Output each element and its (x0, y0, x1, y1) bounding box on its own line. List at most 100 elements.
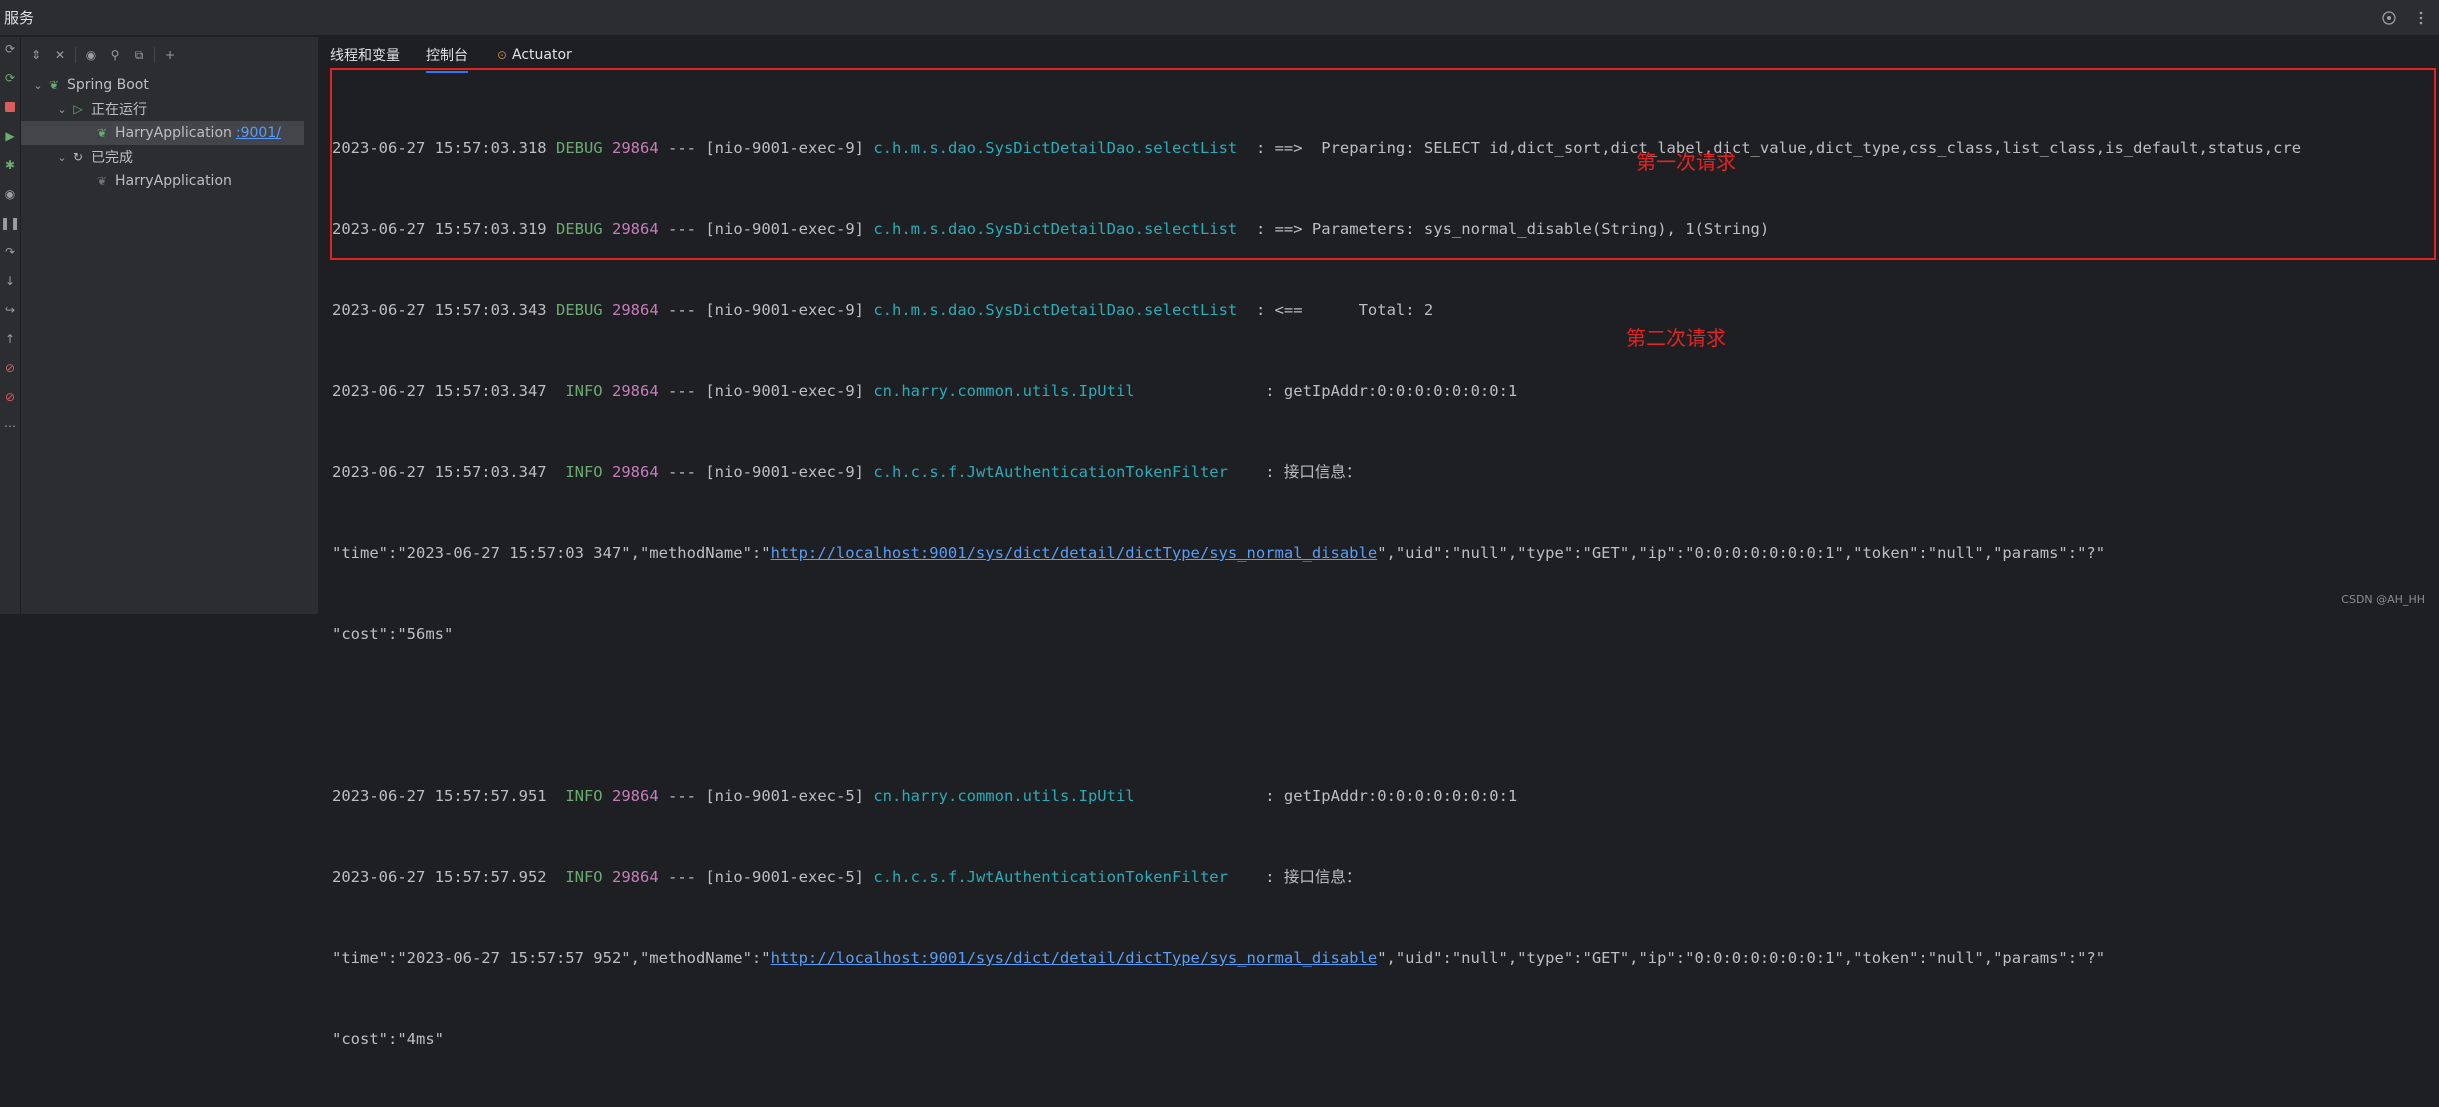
log-line: 2023-06-27 15:57:03.347 INFO 29864 --- [… (332, 459, 2301, 486)
action-strip: ⟳ ⟳ ▶ ✱ ◉ ❚❚ ↷ ↓ ↪ ↑ ⊘ ⊘ ⋯ (0, 37, 21, 614)
tab-console[interactable]: 控制台 (426, 37, 468, 73)
log-pid: 29864 (612, 382, 659, 400)
log-line: 2023-06-27 15:57:03.347 INFO 29864 --- [… (332, 378, 2301, 405)
tab-label: 控制台 (426, 48, 468, 64)
log-line: "time":"2023-06-27 15:57:03 347","method… (332, 540, 2301, 567)
log-pid: 29864 (612, 787, 659, 805)
port-link[interactable]: :9001/ (236, 125, 281, 141)
tab-bar: 线程和变量 控制台 ⊙ Actuator (320, 37, 2439, 73)
tree-node-spring-boot[interactable]: ⌄ ❦ Spring Boot (21, 73, 318, 97)
chevron-down-icon[interactable]: ⌄ (55, 151, 69, 164)
tree-node-finished[interactable]: ⌄ ↻ 已完成 (21, 145, 318, 169)
rerun-all-icon[interactable]: ⟳ (2, 70, 18, 86)
step-into-icon[interactable]: ↓ (2, 273, 18, 289)
log-level: INFO (555, 463, 603, 481)
mute-breakpoints-icon[interactable]: ⊘ (2, 389, 18, 405)
add-icon[interactable]: + (161, 46, 179, 64)
step-up-icon[interactable]: ↑ (2, 331, 18, 347)
log-timestamp: 2023-06-27 15:57:57.951 (332, 787, 547, 805)
spring-app-icon: ❦ (96, 174, 108, 188)
log-line: 2023-06-27 15:57:57.952 INFO 29864 --- [… (332, 864, 2301, 891)
log-line: 2023-06-27 15:57:57.951 INFO 29864 --- [… (332, 783, 2301, 810)
log-level: INFO (555, 868, 603, 886)
log-pid: 29864 (612, 868, 659, 886)
breakpoints-icon[interactable]: ⊘ (2, 360, 18, 376)
tree-node-finished-app[interactable]: ❦ HarryApplication (21, 169, 318, 193)
log-json-prefix: "time":"2023-06-27 15:57:03 347","method… (332, 544, 771, 562)
tab-actuator[interactable]: ⊙ Actuator (494, 37, 572, 73)
log-message: : ==> Preparing: SELECT id,dict_sort,dic… (1246, 139, 2302, 157)
log-thread: --- [nio-9001-exec-5] (668, 868, 864, 886)
tab-threads-variables[interactable]: 线程和变量 (330, 37, 400, 73)
divider (154, 47, 155, 63)
actuator-icon: ⊙ (496, 48, 508, 62)
log-message: : ==> Parameters: sys_normal_disable(Str… (1246, 220, 1770, 238)
log-json-prefix: "time":"2023-06-27 15:57:57 952","method… (332, 949, 771, 967)
run-icon[interactable]: ▶ (2, 128, 18, 144)
log-message: : 接口信息： (1255, 868, 1362, 886)
request-url-link[interactable]: http://localhost:9001/sys/dict/detail/di… (771, 544, 1378, 562)
rerun-icon[interactable]: ⟳ (2, 41, 18, 57)
console-output[interactable]: 2023-06-27 15:57:03.318 DEBUG 29864 --- … (332, 81, 2301, 1107)
log-timestamp: 2023-06-27 15:57:03.347 (332, 382, 547, 400)
more-actions-icon[interactable]: ⋯ (2, 418, 18, 434)
log-timestamp: 2023-06-27 15:57:57.952 (332, 868, 547, 886)
log-timestamp: 2023-06-27 15:57:03.319 (332, 220, 547, 238)
tree-toolbar: ⇕ ✕ ◉ ⚲ ⧉ + (21, 37, 318, 73)
log-message: : 接口信息： (1255, 463, 1362, 481)
log-level: DEBUG (555, 220, 603, 238)
stop-icon[interactable] (2, 99, 18, 115)
log-pid: 29864 (612, 301, 659, 319)
show-icon[interactable]: ◉ (2, 186, 18, 202)
more-options-icon[interactable] (2411, 8, 2431, 28)
log-timestamp: 2023-06-27 15:57:03.318 (332, 139, 547, 157)
log-line: "time":"2023-06-27 15:57:57 952","method… (332, 945, 2301, 972)
eye-icon[interactable]: ◉ (82, 46, 100, 64)
request-url-link[interactable]: http://localhost:9001/sys/dict/detail/di… (771, 949, 1378, 967)
target-icon[interactable] (2379, 8, 2399, 28)
chevron-down-icon[interactable]: ⌄ (31, 79, 45, 92)
first-request-annotation: 第一次请求 (1636, 150, 1736, 174)
tree-node-label: 已完成 (91, 150, 133, 166)
spring-boot-icon: ❦ (48, 78, 60, 92)
panel-title: 服务 (4, 9, 35, 27)
log-pid: 29864 (612, 220, 659, 238)
step-icon[interactable]: ↷ (2, 244, 18, 260)
pause-icon[interactable]: ❚❚ (0, 215, 20, 231)
watermark: CSDN @AH_HH (2341, 593, 2425, 606)
log-cost: "cost":"4ms" (332, 1030, 444, 1048)
tree-node-label: HarryApplication (115, 173, 232, 189)
tab-label: 线程和变量 (330, 48, 400, 64)
collapse-all-icon[interactable]: ✕ (51, 46, 69, 64)
console-area: 线程和变量 控制台 ⊙ Actuator 2023-06-27 15:57:03.… (320, 37, 2439, 1048)
expand-all-icon[interactable]: ⇕ (27, 46, 45, 64)
log-timestamp: 2023-06-27 15:57:03.343 (332, 301, 547, 319)
tree-node-label: HarryApplication (115, 125, 232, 141)
new-tab-icon[interactable]: ⧉ (130, 46, 148, 64)
log-logger: c.h.m.s.dao.SysDictDetailDao.selectList (873, 220, 1247, 238)
log-json-suffix: ","uid":"null","type":"GET","ip":"0:0:0:… (1377, 544, 2106, 562)
log-thread: --- [nio-9001-exec-9] (668, 301, 864, 319)
log-line: "cost":"4ms" (332, 1026, 2301, 1053)
services-tree: ⌄ ❦ Spring Boot ⌄ ▷ 正在运行 ❦ HarryApplicat… (21, 73, 318, 193)
log-thread: --- [nio-9001-exec-9] (668, 139, 864, 157)
log-logger: c.h.c.s.f.JwtAuthenticationTokenFilter (873, 868, 1256, 886)
chevron-down-icon[interactable]: ⌄ (55, 103, 69, 116)
tree-node-running[interactable]: ⌄ ▷ 正在运行 (21, 97, 318, 121)
log-line: 2023-06-27 15:57:03.343 DEBUG 29864 --- … (332, 297, 2301, 324)
log-level: INFO (555, 382, 603, 400)
log-level: DEBUG (555, 139, 603, 157)
filter-icon[interactable]: ⚲ (106, 46, 124, 64)
log-pid: 29864 (612, 139, 659, 157)
step-out-icon[interactable]: ↪ (2, 302, 18, 318)
debug-icon[interactable]: ✱ (2, 157, 18, 173)
tree-node-running-app[interactable]: ❦ HarryApplication :9001/ (21, 121, 304, 145)
spring-app-icon: ❦ (96, 126, 108, 140)
tree-node-label: 正在运行 (91, 102, 147, 118)
run-icon: ▷ (73, 102, 83, 116)
log-logger: c.h.m.s.dao.SysDictDetailDao.selectList (873, 139, 1247, 157)
log-json-suffix: ","uid":"null","type":"GET","ip":"0:0:0:… (1377, 949, 2106, 967)
log-level: DEBUG (555, 301, 603, 319)
log-line: 2023-06-27 15:57:03.319 DEBUG 29864 --- … (332, 216, 2301, 243)
